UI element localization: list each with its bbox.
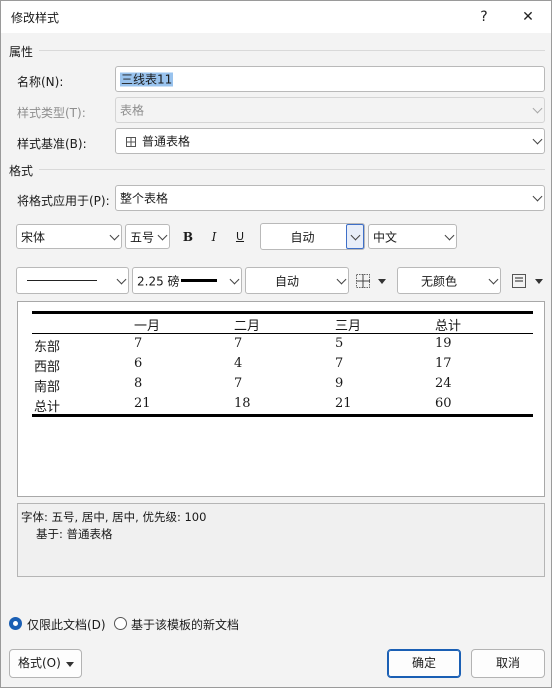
apply-to-value: 整个表格 bbox=[120, 191, 169, 206]
cancel-button[interactable]: 取消 bbox=[471, 649, 545, 678]
header-cell: 总计 bbox=[435, 319, 462, 334]
alignment-icon[interactable] bbox=[512, 274, 526, 291]
border-color-value: 自动 bbox=[274, 274, 299, 288]
close-button[interactable]: ✕ bbox=[517, 7, 539, 27]
font-name-select[interactable]: 宋体 bbox=[16, 224, 122, 249]
dialog-title: 修改样式 bbox=[11, 11, 60, 25]
style-base-select[interactable]: 普通表格 bbox=[115, 128, 545, 154]
chevron-down-icon bbox=[444, 230, 455, 240]
font-name-value: 宋体 bbox=[21, 230, 46, 244]
help-button[interactable]: ? bbox=[473, 7, 495, 27]
table-cell: 7 bbox=[234, 336, 243, 351]
caret-down-icon[interactable] bbox=[535, 279, 543, 284]
template-label[interactable]: 基于该模板的新文档 bbox=[131, 616, 239, 633]
chevron-down-icon bbox=[488, 274, 499, 284]
italic-button[interactable]: I bbox=[203, 228, 225, 246]
title-bar: 修改样式 ? ✕ bbox=[1, 1, 551, 33]
table-cell: 西部 bbox=[34, 360, 61, 375]
line-weight-value: 2.25 磅 bbox=[137, 274, 180, 288]
table-cell: 4 bbox=[234, 356, 243, 371]
chevron-down-icon bbox=[532, 191, 543, 202]
properties-divider bbox=[39, 50, 545, 51]
properties-heading: 属性 bbox=[9, 45, 34, 59]
modify-style-dialog: 修改样式 ? ✕ 属性 名称(N): 三线表11 样式类型(T): 表格 样式基… bbox=[0, 0, 552, 688]
style-base-label: 样式基准(B): bbox=[17, 137, 87, 151]
line-weight-select[interactable]: 2.25 磅 bbox=[132, 267, 242, 294]
ok-button[interactable]: 确定 bbox=[387, 649, 461, 678]
table-cell: 17 bbox=[435, 356, 452, 371]
format-menu-label: 格式(O) bbox=[18, 656, 61, 670]
table-cell: 总计 bbox=[34, 400, 61, 415]
this-document-label[interactable]: 仅限此文档(D) bbox=[27, 616, 106, 633]
header-cell: 一月 bbox=[134, 319, 161, 334]
style-type-select: 表格 bbox=[115, 97, 545, 123]
format-menu-button[interactable]: 格式(O) bbox=[9, 649, 82, 678]
caret-down-icon bbox=[66, 662, 74, 667]
chevron-down-icon bbox=[229, 274, 240, 284]
description-line-1: 字体: 五号, 居中, 居中, 优先级: 100 bbox=[21, 510, 207, 524]
table-cell: 东部 bbox=[34, 340, 61, 355]
table-cell: 7 bbox=[234, 376, 243, 391]
line-weight-preview bbox=[181, 279, 217, 282]
shading-value: 无颜色 bbox=[420, 274, 457, 288]
style-base-value: 普通表格 bbox=[142, 134, 191, 149]
chevron-down-icon bbox=[157, 230, 168, 240]
table-cell: 7 bbox=[134, 336, 143, 351]
this-document-radio[interactable] bbox=[9, 617, 22, 630]
header-cell: 三月 bbox=[335, 319, 362, 334]
table-cell: 南部 bbox=[34, 380, 61, 395]
border-color-select[interactable]: 自动 bbox=[245, 267, 349, 294]
dropdown-button[interactable] bbox=[346, 224, 364, 249]
table-cell: 6 bbox=[134, 356, 143, 371]
font-size-value: 五号 bbox=[130, 230, 155, 244]
borders-icon[interactable] bbox=[356, 274, 370, 291]
top-rule bbox=[32, 311, 533, 314]
chevron-down-icon bbox=[350, 230, 361, 240]
style-description: 字体: 五号, 居中, 居中, 优先级: 100 基于: 普通表格 bbox=[17, 503, 545, 577]
style-type-value: 表格 bbox=[120, 103, 145, 118]
line-style-select[interactable] bbox=[16, 267, 129, 294]
table-cell: 19 bbox=[435, 336, 452, 351]
caret-down-icon[interactable] bbox=[378, 279, 386, 284]
font-color-value: 自动 bbox=[290, 230, 315, 244]
table-cell: 5 bbox=[335, 336, 344, 351]
format-divider bbox=[39, 169, 545, 170]
chevron-down-icon bbox=[109, 230, 120, 240]
font-size-select[interactable]: 五号 bbox=[125, 224, 170, 249]
table-cell: 60 bbox=[435, 396, 452, 411]
underline-button[interactable]: U bbox=[229, 228, 251, 246]
table-cell: 9 bbox=[335, 376, 344, 391]
shading-select[interactable]: 无颜色 bbox=[397, 267, 501, 294]
chevron-down-icon bbox=[532, 134, 543, 145]
name-input[interactable]: 三线表11 bbox=[115, 66, 545, 92]
apply-to-label: 将格式应用于(P): bbox=[17, 194, 110, 208]
table-cell: 18 bbox=[234, 396, 251, 411]
header-cell: 二月 bbox=[234, 319, 261, 334]
table-preview: 一月 二月 三月 总计 东部 7 7 5 19 西部 6 4 7 17 南部 8… bbox=[17, 301, 545, 497]
table-cell: 8 bbox=[134, 376, 143, 391]
table-cell: 7 bbox=[335, 356, 344, 371]
line-style-preview bbox=[27, 280, 97, 281]
style-type-label: 样式类型(T): bbox=[17, 106, 86, 120]
bottom-rule bbox=[32, 414, 533, 417]
script-value: 中文 bbox=[373, 230, 398, 244]
table-cell: 21 bbox=[335, 396, 352, 411]
chevron-down-icon bbox=[116, 274, 127, 284]
bold-button[interactable]: B bbox=[177, 228, 199, 246]
font-color-select[interactable]: 自动 bbox=[260, 223, 365, 250]
format-heading: 格式 bbox=[9, 164, 34, 178]
template-radio[interactable] bbox=[114, 617, 127, 630]
apply-to-select[interactable]: 整个表格 bbox=[115, 185, 545, 211]
table-cell: 21 bbox=[134, 396, 151, 411]
chevron-down-icon bbox=[532, 103, 543, 114]
chevron-down-icon bbox=[336, 274, 347, 284]
script-select[interactable]: 中文 bbox=[368, 224, 457, 249]
description-line-2: 基于: 普通表格 bbox=[36, 527, 113, 541]
table-cell: 24 bbox=[435, 376, 452, 391]
name-label: 名称(N): bbox=[17, 75, 64, 89]
name-value: 三线表11 bbox=[120, 72, 174, 87]
table-icon bbox=[126, 136, 136, 150]
